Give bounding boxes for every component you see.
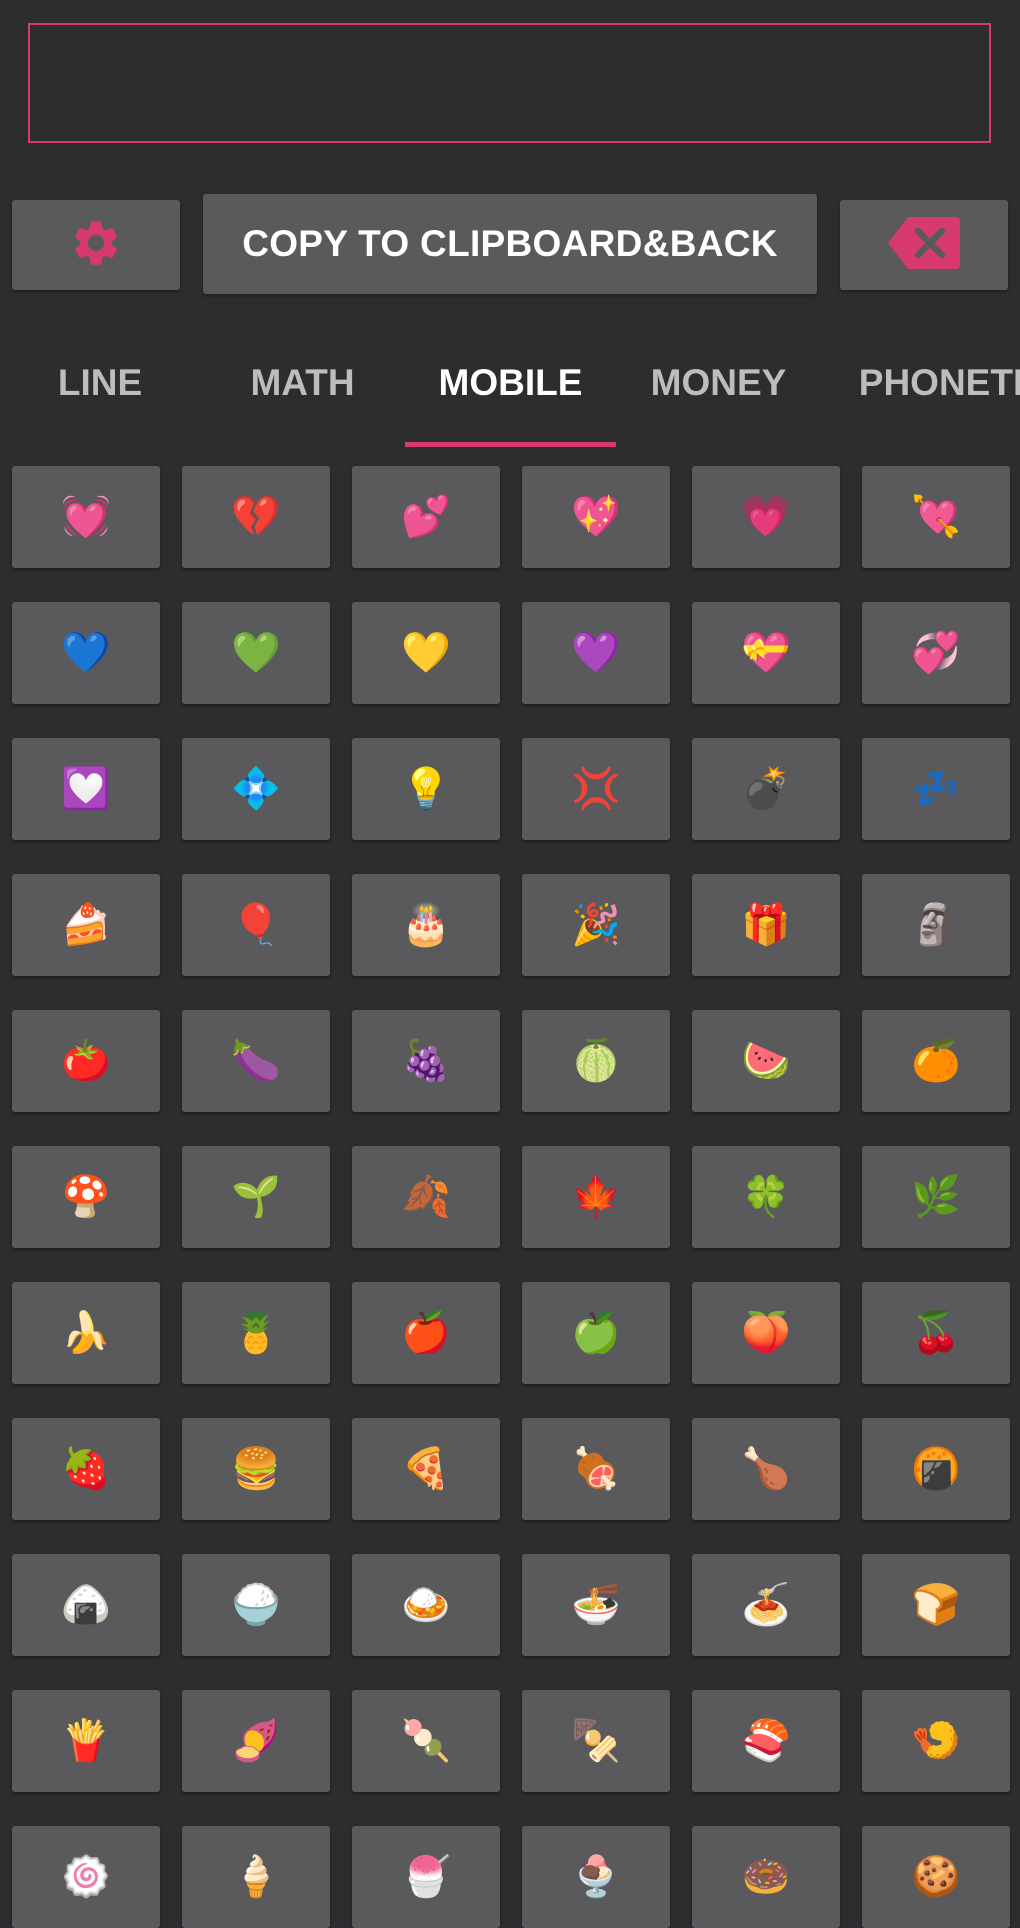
emoji-button[interactable]: 🍍 — [182, 1282, 330, 1384]
emoji-button[interactable]: 🍨 — [522, 1826, 670, 1928]
emoji-button[interactable]: 💟 — [12, 738, 160, 840]
emoji-button[interactable]: 🍟 — [12, 1690, 160, 1792]
emoji-button[interactable]: 🍗 — [692, 1418, 840, 1520]
emoji-button[interactable]: 💜 — [522, 602, 670, 704]
emoji-button[interactable]: 🎂 — [352, 874, 500, 976]
emoji-button[interactable]: 🍚 — [182, 1554, 330, 1656]
emoji-button[interactable]: 🗿 — [862, 874, 1010, 976]
emoji-button[interactable]: 🍧 — [352, 1826, 500, 1928]
emoji-button[interactable]: 🍞 — [862, 1554, 1010, 1656]
emoji-button[interactable]: 🎉 — [522, 874, 670, 976]
emoji-button[interactable]: 🍅 — [12, 1010, 160, 1112]
emoji-button[interactable]: 🍏 — [522, 1282, 670, 1384]
emoji-button[interactable]: 🍝 — [692, 1554, 840, 1656]
emoji-button[interactable]: 💘 — [862, 466, 1010, 568]
emoji-button[interactable]: 🍤 — [862, 1690, 1010, 1792]
emoji-button[interactable]: 🌱 — [182, 1146, 330, 1248]
emoji-button[interactable]: 🍛 — [352, 1554, 500, 1656]
emoji-button[interactable]: 🍉 — [692, 1010, 840, 1112]
emoji-button[interactable]: 🍜 — [522, 1554, 670, 1656]
emoji-button[interactable]: 🍈 — [522, 1010, 670, 1112]
emoji-button[interactable]: 💞 — [862, 602, 1010, 704]
emoji-button[interactable]: 🍑 — [692, 1282, 840, 1384]
emoji-button[interactable]: 🍢 — [522, 1690, 670, 1792]
emoji-button[interactable]: 💤 — [862, 738, 1010, 840]
emoji-button[interactable]: 🌿 — [862, 1146, 1010, 1248]
emoji-button[interactable]: 🍖 — [522, 1418, 670, 1520]
emoji-button[interactable]: 🍒 — [862, 1282, 1010, 1384]
emoji-button[interactable]: 🍎 — [352, 1282, 500, 1384]
emoji-button[interactable]: 🍀 — [692, 1146, 840, 1248]
emoji-button[interactable]: 💡 — [352, 738, 500, 840]
emoji-grid: 💓 💔 💕 💖 💗 💘 💙 💚 💛 💜 💝 💞 💟 💠 💡 💢 💣 💤 🍰 🎈 🎂 🎉 🎁 🗿 🍅 🍆 🍇 🍈 🍉 🍊 🍄 🌱 🍂 🍁 🍀 🌿 🍌 🍍 🍎 🍏… — [0, 0, 1020, 1928]
emoji-button[interactable]: 💢 — [522, 738, 670, 840]
emoji-button[interactable]: 💙 — [12, 602, 160, 704]
emoji-button[interactable]: 🍙 — [12, 1554, 160, 1656]
emoji-button[interactable]: 🍦 — [182, 1826, 330, 1928]
emoji-button[interactable]: 💖 — [522, 466, 670, 568]
emoji-button[interactable]: 🍡 — [352, 1690, 500, 1792]
emoji-button[interactable]: 💝 — [692, 602, 840, 704]
emoji-button[interactable]: 🍥 — [12, 1826, 160, 1928]
emoji-button[interactable]: 💠 — [182, 738, 330, 840]
emoji-button[interactable]: 🍘 — [862, 1418, 1010, 1520]
emoji-button[interactable]: 🍩 — [692, 1826, 840, 1928]
emoji-button[interactable]: 🍇 — [352, 1010, 500, 1112]
emoji-button[interactable]: 💗 — [692, 466, 840, 568]
emoji-button[interactable]: 🍂 — [352, 1146, 500, 1248]
emoji-button[interactable]: 🎁 — [692, 874, 840, 976]
emoji-button[interactable]: 🍊 — [862, 1010, 1010, 1112]
emoji-button[interactable]: 🍔 — [182, 1418, 330, 1520]
emoji-button[interactable]: 💛 — [352, 602, 500, 704]
emoji-button[interactable]: 🎈 — [182, 874, 330, 976]
emoji-button[interactable]: 💣 — [692, 738, 840, 840]
emoji-button[interactable]: 🍪 — [862, 1826, 1010, 1928]
emoji-button[interactable]: 🍆 — [182, 1010, 330, 1112]
emoji-button[interactable]: 🍄 — [12, 1146, 160, 1248]
emoji-button[interactable]: 💓 — [12, 466, 160, 568]
emoji-button[interactable]: 🍌 — [12, 1282, 160, 1384]
emoji-button[interactable]: 💕 — [352, 466, 500, 568]
emoji-button[interactable]: 🍓 — [12, 1418, 160, 1520]
emoji-button[interactable]: 🍁 — [522, 1146, 670, 1248]
emoji-button[interactable]: 💚 — [182, 602, 330, 704]
emoji-button[interactable]: 🍠 — [182, 1690, 330, 1792]
emoji-button[interactable]: 🍣 — [692, 1690, 840, 1792]
emoji-button[interactable]: 🍕 — [352, 1418, 500, 1520]
emoji-button[interactable]: 💔 — [182, 466, 330, 568]
emoji-button[interactable]: 🍰 — [12, 874, 160, 976]
